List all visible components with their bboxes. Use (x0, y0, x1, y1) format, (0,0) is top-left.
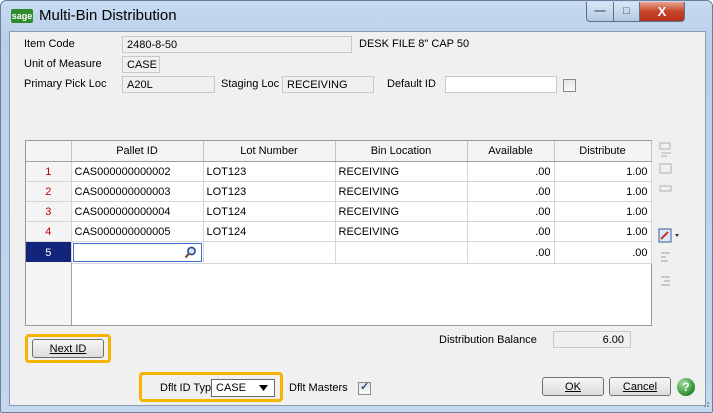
available-header[interactable]: Available (467, 141, 555, 162)
bin-location-cell[interactable] (335, 241, 468, 264)
primary-pick-field: A20L (122, 76, 215, 93)
row-number[interactable]: 3 (26, 201, 72, 222)
delete-row-icon[interactable] (659, 162, 673, 176)
row-number[interactable]: 4 (26, 221, 72, 242)
next-id-button[interactable]: Next ID (32, 339, 104, 358)
uom-field: CASE (122, 56, 160, 73)
pallet-id-edit-cell[interactable] (71, 241, 204, 264)
multi-bin-distribution-window: sage Multi-Bin Distribution — □ X Item C… (0, 0, 713, 413)
next-id-label: Next ID (49, 343, 87, 355)
distribute-cell[interactable]: 1.00 (554, 201, 652, 222)
bin-location-cell[interactable]: RECEIVING (335, 201, 468, 222)
grid-toolbar (655, 140, 685, 324)
table-row-selected[interactable]: 5 .00 .00 (26, 241, 652, 264)
insert-row-icon[interactable] (659, 142, 673, 158)
distribute-header[interactable]: Distribute (554, 141, 652, 162)
dflt-id-type-label: Dflt ID Type (160, 382, 218, 394)
sort-descending-icon[interactable] (659, 274, 673, 288)
pallet-id-header[interactable]: Pallet ID (71, 141, 204, 162)
available-cell: .00 (467, 161, 555, 182)
item-code-field: 2480-8-50 (122, 36, 352, 53)
lookup-magnifier-icon[interactable] (184, 246, 197, 259)
item-code-label: Item Code (24, 38, 75, 50)
close-button[interactable]: X (639, 2, 685, 22)
dflt-masters-checkbox[interactable] (358, 380, 371, 395)
row-number[interactable]: 1 (26, 161, 72, 182)
available-cell: .00 (467, 181, 555, 202)
default-id-checkbox[interactable] (563, 79, 576, 92)
sage-logo-icon: sage (11, 9, 33, 23)
ok-label: OK (565, 381, 581, 393)
maximize-button[interactable]: □ (613, 2, 640, 22)
bin-location-cell[interactable]: RECEIVING (335, 161, 468, 182)
customize-grid-icon[interactable] (658, 228, 682, 244)
row-properties-icon[interactable] (659, 184, 673, 194)
uom-label: Unit of Measure (24, 58, 102, 70)
bin-location-cell[interactable]: RECEIVING (335, 221, 468, 242)
default-id-field[interactable] (445, 76, 557, 93)
pallet-id-cell[interactable]: CAS000000000003 (71, 181, 204, 202)
lot-number-cell[interactable] (203, 241, 336, 264)
distribute-cell[interactable]: 1.00 (554, 221, 652, 242)
item-description: DESK FILE 8" CAP 50 (359, 38, 470, 50)
cancel-label: Cancel (622, 381, 658, 393)
pallet-id-cell[interactable]: CAS000000000004 (71, 201, 204, 222)
resize-grip-icon[interactable] (701, 399, 710, 408)
available-cell: .00 (467, 241, 555, 264)
distribution-grid: Pallet ID Lot Number Bin Location Availa… (25, 140, 652, 326)
dflt-masters-label: Dflt Masters (289, 382, 348, 394)
distribute-cell[interactable]: 1.00 (554, 161, 652, 182)
primary-pick-label: Primary Pick Loc (24, 78, 107, 90)
chevron-down-icon (259, 385, 268, 391)
cancel-button[interactable]: Cancel (609, 377, 671, 396)
row-header-empty-area (26, 262, 72, 325)
lot-number-cell[interactable]: LOT124 (203, 221, 336, 242)
distribution-balance-field: 6.00 (553, 331, 631, 348)
pallet-id-input[interactable] (72, 243, 202, 262)
table-row[interactable]: 2 CAS000000000003 LOT123 RECEIVING .00 1… (26, 181, 652, 202)
sort-ascending-icon[interactable] (659, 250, 673, 264)
bin-location-header[interactable]: Bin Location (335, 141, 468, 162)
lot-number-cell[interactable]: LOT123 (203, 161, 336, 182)
staging-field: RECEIVING (282, 76, 374, 93)
pallet-id-cell[interactable]: CAS000000000005 (71, 221, 204, 242)
pallet-id-cell[interactable]: CAS000000000002 (71, 161, 204, 182)
distribution-balance-label: Distribution Balance (439, 334, 537, 346)
window-title: Multi-Bin Distribution (39, 7, 177, 24)
help-icon[interactable]: ? (677, 378, 695, 396)
available-cell: .00 (467, 221, 555, 242)
table-row[interactable]: 3 CAS000000000004 LOT124 RECEIVING .00 1… (26, 201, 652, 222)
ok-button[interactable]: OK (542, 377, 604, 396)
minimize-button[interactable]: — (586, 2, 614, 22)
row-number[interactable]: 2 (26, 181, 72, 202)
available-cell: .00 (467, 201, 555, 222)
distribute-cell[interactable]: .00 (554, 241, 652, 264)
title-bar[interactable]: sage Multi-Bin Distribution — □ X (1, 1, 712, 31)
table-row[interactable]: 1 CAS000000000002 LOT123 RECEIVING .00 1… (26, 161, 652, 182)
default-id-label: Default ID (387, 78, 436, 90)
dflt-id-type-value: CASE (216, 382, 246, 394)
staging-label: Staging Loc (221, 78, 280, 90)
row-number[interactable]: 5 (26, 241, 72, 264)
lot-number-cell[interactable]: LOT124 (203, 201, 336, 222)
bin-location-cell[interactable]: RECEIVING (335, 181, 468, 202)
lot-number-header[interactable]: Lot Number (203, 141, 336, 162)
table-row[interactable]: 4 CAS000000000005 LOT124 RECEIVING .00 1… (26, 221, 652, 242)
row-number-header (26, 141, 72, 162)
dflt-id-type-select[interactable]: CASE (211, 379, 275, 397)
distribute-cell[interactable]: 1.00 (554, 181, 652, 202)
lot-number-cell[interactable]: LOT123 (203, 181, 336, 202)
